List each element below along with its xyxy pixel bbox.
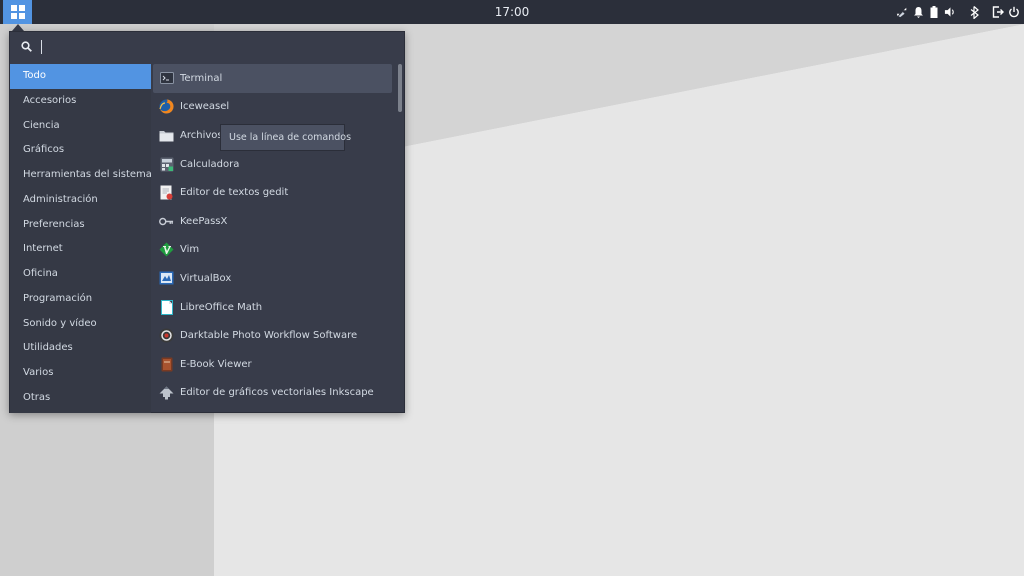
calculator-icon <box>159 157 174 172</box>
app-item-label: Archivos <box>180 129 223 141</box>
app-item-label: LibreOffice Math <box>180 301 263 313</box>
category-item[interactable]: Utilidades <box>10 336 151 361</box>
search-bar <box>10 32 404 62</box>
category-item[interactable]: Internet <box>10 237 151 262</box>
app-item-label: KeePassX <box>180 215 228 227</box>
scrollbar-thumb[interactable] <box>398 64 402 112</box>
virtualbox-icon <box>159 271 174 286</box>
system-tray <box>896 0 1020 24</box>
logout-icon[interactable] <box>992 5 1004 19</box>
network-icon[interactable] <box>896 5 908 19</box>
category-item[interactable]: Accesorios <box>10 89 151 114</box>
key-icon <box>159 214 174 229</box>
inkscape-icon <box>159 385 174 400</box>
terminal-icon <box>159 71 174 86</box>
search-icon <box>21 41 32 52</box>
category-item[interactable]: Ciencia <box>10 114 151 139</box>
app-item-label: Editor de gráficos vectoriales Inkscape <box>180 387 374 399</box>
app-item-label: Calculadora <box>180 158 240 170</box>
app-item-label: VirtualBox <box>180 272 232 284</box>
app-item[interactable]: Editor de gráficos vectoriales Inkscape <box>153 379 393 408</box>
vim-icon <box>159 242 174 257</box>
category-list: Todo Accesorios Ciencia Gráficos Herramienta… <box>10 64 152 413</box>
application-menu: Todo Accesorios Ciencia Gráficos Herramienta… <box>9 31 405 413</box>
battery-icon[interactable] <box>928 5 940 19</box>
app-item-label: Vim <box>180 244 200 256</box>
app-item-label: Darktable Photo Workflow Software <box>180 330 358 342</box>
app-item-label: Editor de textos gedit <box>180 187 289 199</box>
category-item[interactable]: Herramientas del sistema <box>10 163 152 188</box>
app-item-label: Terminal <box>180 72 223 84</box>
category-item[interactable]: Administración <box>10 188 151 213</box>
app-item[interactable]: VirtualBox <box>153 264 393 293</box>
darktable-icon <box>159 328 174 343</box>
power-icon[interactable] <box>1008 5 1020 19</box>
app-item[interactable]: KeePassX <box>153 207 393 236</box>
app-list-scrollbar[interactable] <box>396 64 404 413</box>
category-item[interactable]: Gráficos <box>10 138 151 163</box>
category-item[interactable]: Programación <box>10 287 151 312</box>
application-list: Terminal Iceweasel Archivos Calculadora Edit… <box>153 64 393 413</box>
ebook-icon <box>159 357 174 372</box>
category-item[interactable]: Preferencias <box>10 213 151 238</box>
clock[interactable]: 17:00 <box>0 0 1024 24</box>
libreoffice-math-icon <box>159 299 174 315</box>
bell-icon[interactable] <box>912 5 924 19</box>
category-item[interactable]: Sonido y vídeo <box>10 312 151 337</box>
app-item[interactable]: Darktable Photo Workflow Software <box>153 321 393 350</box>
app-item[interactable]: E-Book Viewer <box>153 350 393 379</box>
category-item[interactable]: Todo <box>10 64 151 89</box>
app-item[interactable]: Editor de textos gedit <box>153 178 393 207</box>
firefox-icon <box>159 99 174 114</box>
menu-pointer-arrow <box>12 24 24 31</box>
category-item[interactable]: Oficina <box>10 262 151 287</box>
app-item[interactable]: Vim <box>153 236 393 265</box>
app-item[interactable]: Calculadora <box>153 150 393 179</box>
search-input[interactable] <box>38 38 398 56</box>
category-item[interactable]: Otras <box>10 386 151 411</box>
tooltip: Use la línea de comandos <box>220 124 351 151</box>
folder-icon <box>159 128 174 143</box>
app-item-label: E-Book Viewer <box>180 358 252 370</box>
top-panel: 17:00 <box>0 0 1024 24</box>
volume-icon[interactable] <box>944 5 956 19</box>
app-item[interactable]: Terminal <box>153 64 392 93</box>
text-editor-icon <box>159 185 174 200</box>
app-item[interactable]: LibreOffice Math <box>153 293 393 322</box>
category-item[interactable]: Varios <box>10 361 151 386</box>
bluetooth-icon[interactable] <box>968 5 980 19</box>
app-item[interactable]: Iceweasel <box>153 93 393 122</box>
app-item-label: Iceweasel <box>180 101 230 113</box>
